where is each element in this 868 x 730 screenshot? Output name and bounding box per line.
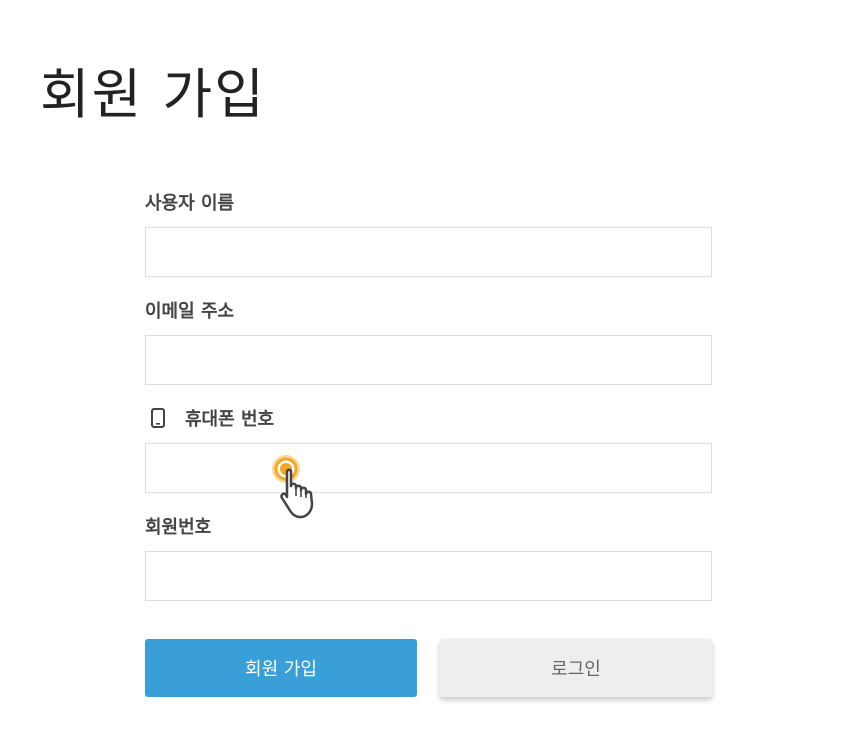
phone-label-text: 휴대폰 번호 [185, 409, 275, 430]
signup-form: 사용자 이름 이메일 주소 휴대폰 번호 회원번호 [145, 186, 712, 618]
username-label: 사용자 이름 [145, 186, 712, 216]
page-title: 회원 가입 [40, 63, 266, 126]
phone-icon [145, 407, 173, 429]
signup-button[interactable]: 회원 가입 [145, 639, 417, 697]
phone-label: 휴대폰 번호 [145, 402, 712, 432]
email-input[interactable] [145, 335, 712, 385]
member-number-label-text: 회원번호 [145, 517, 212, 538]
button-row: 회원 가입 로그인 [145, 639, 712, 697]
member-number-input[interactable] [145, 551, 712, 601]
username-input[interactable] [145, 227, 712, 277]
signup-page: 회원 가입 사용자 이름 이메일 주소 휴대폰 번호 회원번호 회원 가입 로그… [0, 0, 868, 730]
username-label-text: 사용자 이름 [145, 193, 235, 214]
member-number-label: 회원번호 [145, 510, 712, 540]
email-label-text: 이메일 주소 [145, 301, 235, 322]
login-button[interactable]: 로그인 [440, 639, 712, 697]
phone-input[interactable] [145, 443, 712, 493]
email-label: 이메일 주소 [145, 294, 712, 324]
